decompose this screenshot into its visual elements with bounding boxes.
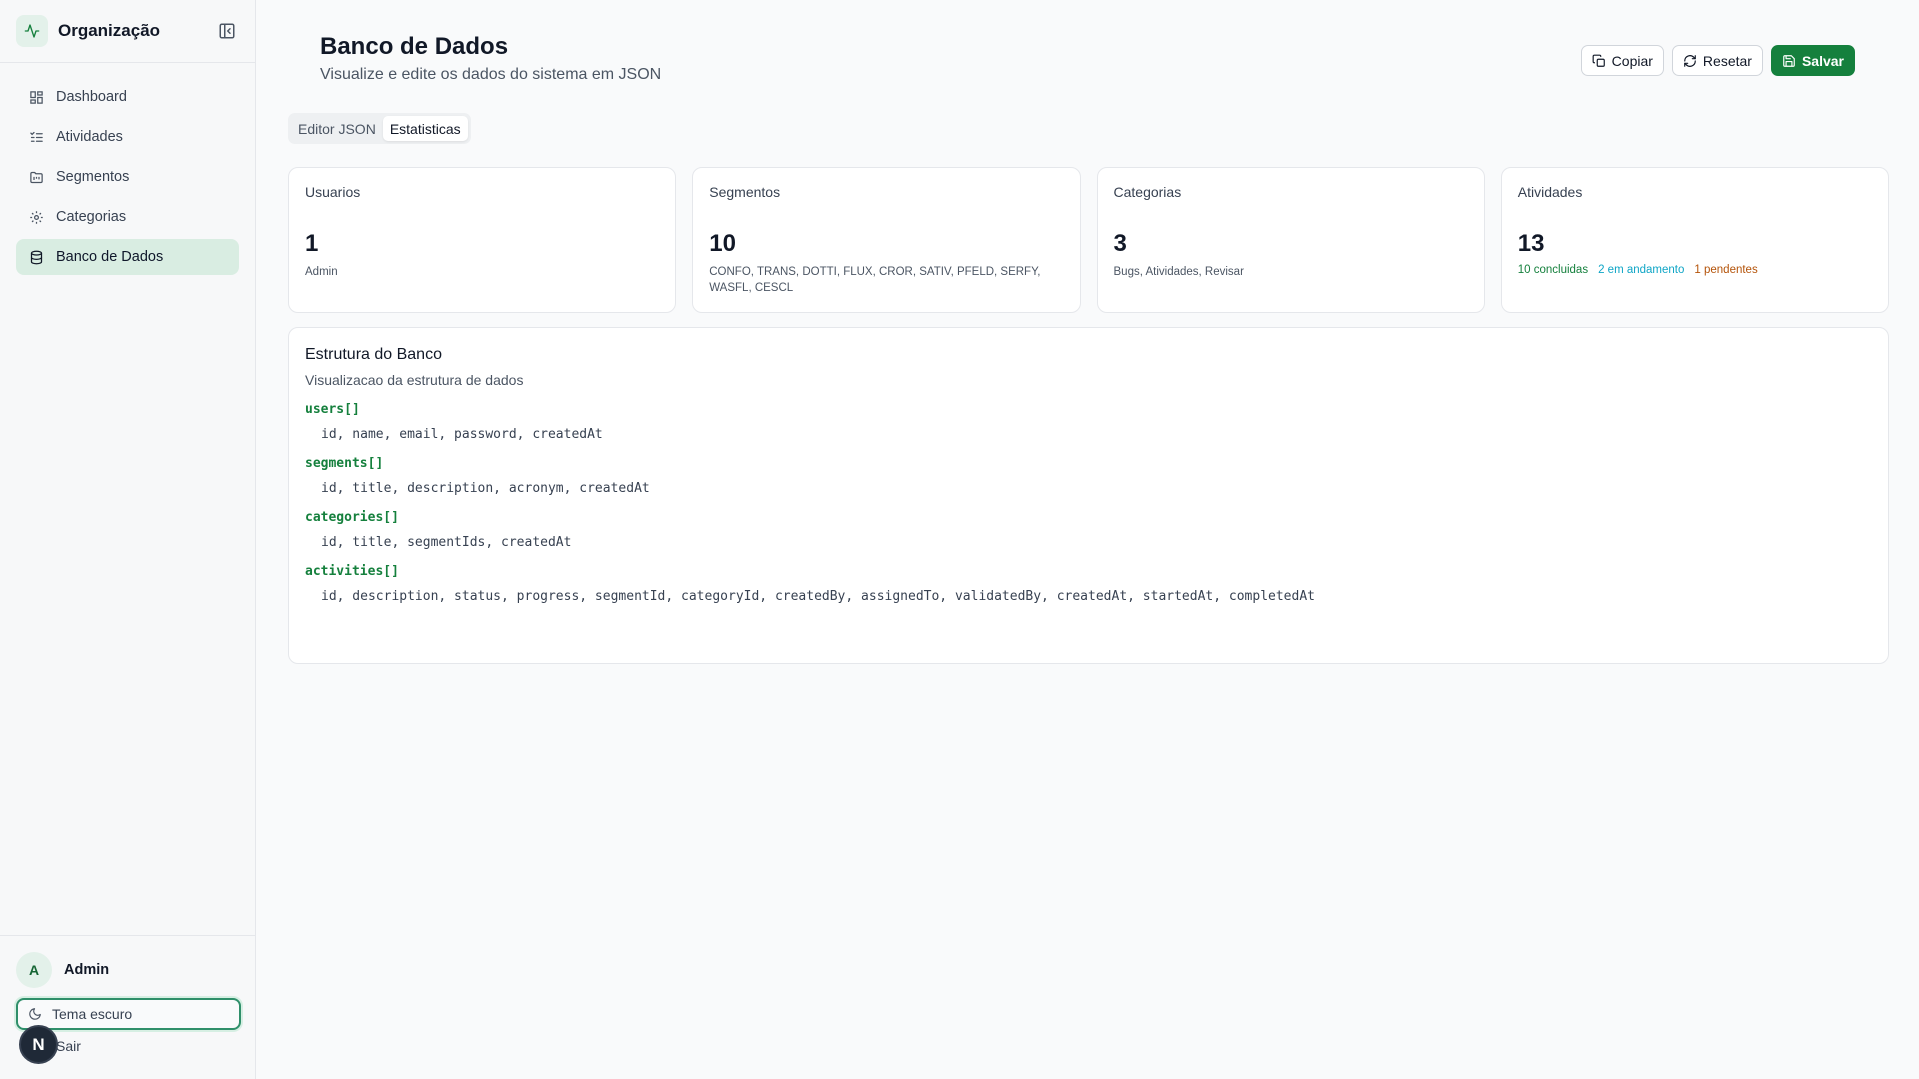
sidebar-item-banco-de-dados[interactable]: Banco de Dados [16,239,239,275]
list-check-icon [28,129,44,145]
stat-value: 13 [1517,230,1545,257]
refresh-icon [1684,54,1696,67]
sidebar-nav: Dashboard Atividades Segmentos Categoria… [0,63,255,275]
stat-desc: Bugs, Atividades, Revisar [1113,266,1244,278]
entity-fields: id, name, email, password, createdAt [321,427,603,442]
page-subtitle: Visualize e edite os dados do sistema em… [320,66,662,83]
sidebar: Organização Dashboard Atividades Segment… [0,0,256,1079]
user-info: A Admin [16,952,240,988]
panel-left-icon [219,23,235,39]
stat-label: Segmentos [709,184,781,200]
moon-icon [28,1007,42,1021]
entity-users: users[] id, name, email, password, creat… [305,402,1872,442]
status-in-progress: 2 em andamento [1598,264,1685,276]
entity-name: activities[] [305,564,399,579]
entity-fields: id, description, status, progress, segme… [321,589,1315,604]
sidebar-item-categorias[interactable]: Categorias [16,199,239,235]
copy-label: Copiar [1611,52,1653,69]
activity-icon [16,15,48,47]
entity-categories: categories[] id, title, segmentIds, crea… [305,510,1872,550]
copy-icon [1592,54,1605,67]
page-title: Banco de Dados [320,33,509,60]
n-floating-badge[interactable]: N [19,1025,58,1064]
stat-value: 3 [1113,230,1127,257]
folder-kanban-icon [28,169,44,185]
entity-segments: segments[] id, title, description, acron… [305,456,1872,496]
save-icon [1783,54,1795,67]
theme-toggle-label: Tema escuro [52,1006,133,1022]
gear-icon [28,209,44,225]
page-header: Banco de Dados Visualize e edite os dado… [288,0,1887,100]
sidebar-collapse-button[interactable] [215,19,239,43]
theme-toggle-button[interactable]: Tema escuro [16,998,241,1030]
save-button[interactable]: Salvar [1770,45,1855,76]
tab-estatisticas[interactable]: Estatisticas [382,116,468,141]
stat-label: Atividades [1517,184,1583,200]
stat-label: Categorias [1113,184,1182,200]
stat-value: 1 [305,230,319,257]
sidebar-item-label: Segmentos [56,169,130,185]
stat-card-categorias: Categorias 3 Bugs, Atividades, Revisar [1096,167,1485,313]
copy-button[interactable]: Copiar [1580,45,1664,76]
stat-label: Usuarios [305,184,361,200]
sidebar-item-label: Dashboard [56,89,127,105]
entity-fields: id, title, segmentIds, createdAt [321,535,572,550]
entity-fields: id, title, description, acronym, created… [321,481,650,496]
database-structure-card: Estrutura do Banco Visualizacao da estru… [288,327,1889,664]
status-pending: 1 pendentes [1694,264,1758,276]
sidebar-item-dashboard[interactable]: Dashboard [16,79,239,115]
logout-label: Sair [56,1038,81,1054]
avatar: A [16,952,52,988]
stat-card-atividades: Atividades 13 10 concluidas 2 em andamen… [1500,167,1889,313]
entity-name: segments[] [305,456,384,471]
sidebar-item-label: Banco de Dados [56,249,164,265]
structure-subtitle: Visualizacao da estrutura de dados [305,372,524,388]
entity-name: categories[] [305,510,399,525]
sidebar-item-label: Categorias [56,209,127,225]
header-actions: Copiar Resetar Salvar [1580,45,1855,76]
entity-name: users[] [305,402,360,417]
stat-card-usuarios: Usuarios 1 Admin [288,167,677,313]
reset-label: Resetar [1702,52,1752,69]
sidebar-item-segmentos[interactable]: Segmentos [16,159,239,195]
brand-header: Organização [0,0,255,63]
stat-desc: Admin [305,266,338,278]
status-done: 10 concluidas [1517,264,1589,276]
main-content: Banco de Dados Visualize e edite os dado… [256,0,1919,1079]
brand-title: Organização [58,21,161,40]
stats-cards: Usuarios 1 Admin Segmentos 10 CONFO, TRA… [288,167,1889,313]
structure-title: Estrutura do Banco [305,346,442,363]
grid-icon [28,89,44,105]
activity-status-breakdown: 10 concluidas 2 em andamento 1 pendentes [1518,264,1872,276]
stat-desc: CONFO, TRANS, DOTTI, FLUX, CROR, SATIV, … [709,266,1041,295]
reset-button[interactable]: Resetar [1671,45,1763,76]
save-label: Salvar [1801,52,1844,69]
tab-editor-json[interactable]: Editor JSON [291,116,383,141]
user-name: Admin [64,962,110,978]
stat-card-segmentos: Segmentos 10 CONFO, TRANS, DOTTI, FLUX, … [692,167,1081,313]
stat-value: 10 [709,230,736,257]
sidebar-item-label: Atividades [56,129,123,145]
entity-activities: activities[] id, description, status, pr… [305,564,1872,604]
database-icon [28,249,44,265]
view-tabs: Editor JSON Estatisticas [288,113,471,144]
sidebar-item-atividades[interactable]: Atividades [16,119,239,155]
